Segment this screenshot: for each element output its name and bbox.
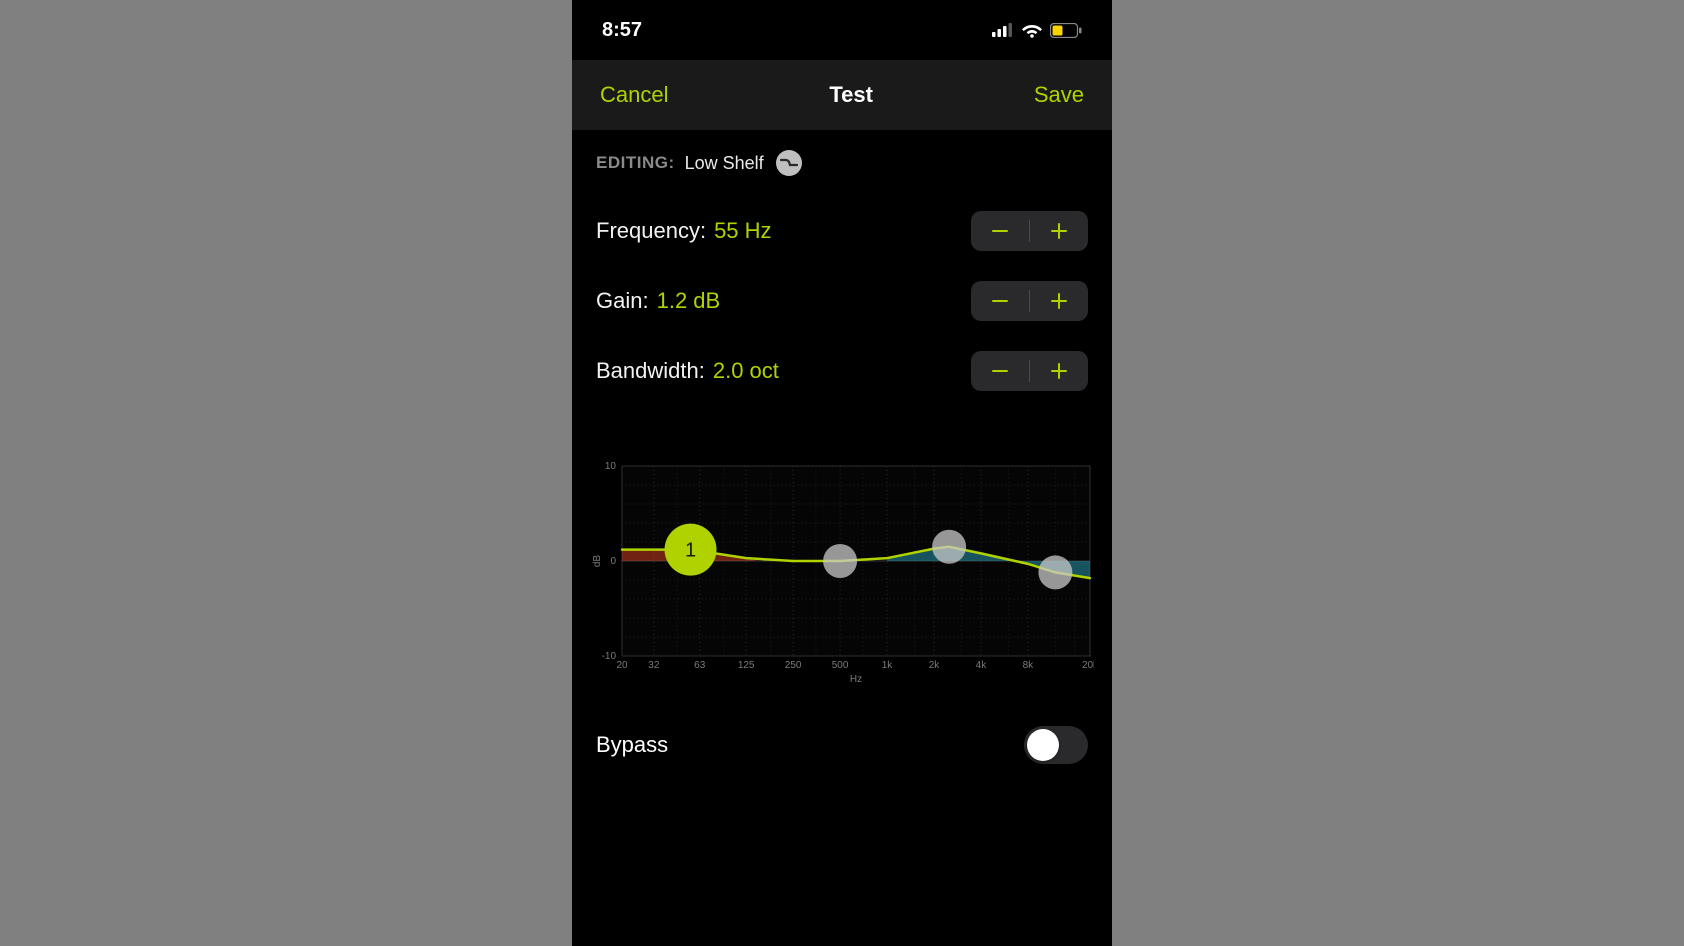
frequency-label: Frequency: [596,218,706,244]
eq-chart[interactable]: 20 32 63 125 250 500 1k 2k 4k 8k 20k -10 0 10 dB Hz 1 [572,406,1112,706]
svg-text:-10: -10 [602,651,617,662]
bandwidth-plus-button[interactable] [1030,351,1088,391]
editing-row: EDITING: Low Shelf [572,130,1112,186]
status-bar: 8:57 [572,0,1112,60]
svg-text:2k: 2k [929,660,941,671]
svg-text:125: 125 [738,660,755,671]
svg-text:500: 500 [832,660,849,671]
frequency-plus-button[interactable] [1030,211,1088,251]
wifi-icon [1021,22,1043,38]
svg-text:10: 10 [605,461,617,472]
low-shelf-icon [776,150,802,176]
svg-text:0: 0 [610,556,616,567]
frequency-row: Frequency: 55 Hz [596,196,1088,266]
svg-text:63: 63 [694,660,706,671]
plus-icon [1049,291,1069,311]
gain-minus-button[interactable] [971,281,1029,321]
svg-text:Hz: Hz [850,674,862,685]
svg-text:20k: 20k [1082,660,1094,671]
nav-bar: Cancel Test Save [572,60,1112,130]
bandwidth-stepper [971,351,1088,391]
minus-icon [990,221,1010,241]
phone-screen: 8:57 Cancel Test Save [572,0,1112,946]
minus-icon [990,361,1010,381]
svg-text:1: 1 [685,540,696,562]
frequency-minus-button[interactable] [971,211,1029,251]
gain-label: Gain: [596,288,649,314]
bypass-label: Bypass [596,732,668,758]
svg-text:4k: 4k [976,660,988,671]
frequency-stepper [971,211,1088,251]
bandwidth-row: Bandwidth: 2.0 oct [596,336,1088,406]
gain-stepper [971,281,1088,321]
svg-text:20: 20 [616,660,628,671]
svg-text:8k: 8k [1023,660,1035,671]
status-time: 8:57 [602,19,642,42]
svg-text:dB: dB [592,555,603,568]
editing-label: EDITING: [596,153,675,173]
cancel-button[interactable]: Cancel [600,82,668,108]
gain-plus-button[interactable] [1030,281,1088,321]
minus-icon [990,291,1010,311]
bypass-toggle[interactable] [1024,726,1088,764]
page-title: Test [829,82,873,108]
editing-filter-type: Low Shelf [685,153,764,174]
svg-text:250: 250 [785,660,802,671]
bandwidth-value: 2.0 oct [713,358,779,384]
bandwidth-minus-button[interactable] [971,351,1029,391]
frequency-value: 55 Hz [714,218,771,244]
status-icons [992,22,1082,38]
gain-value: 1.2 dB [657,288,721,314]
eq-params: Frequency: 55 Hz Gain: 1.2 dB [572,186,1112,406]
toggle-knob [1027,729,1059,761]
battery-icon [1050,23,1082,38]
save-button[interactable]: Save [1034,82,1084,108]
bypass-row: Bypass [572,706,1112,764]
bandwidth-label: Bandwidth: [596,358,705,384]
plus-icon [1049,221,1069,241]
cellular-icon [992,23,1014,37]
plus-icon [1049,361,1069,381]
gain-row: Gain: 1.2 dB [596,266,1088,336]
svg-text:1k: 1k [882,660,894,671]
svg-text:32: 32 [648,660,660,671]
